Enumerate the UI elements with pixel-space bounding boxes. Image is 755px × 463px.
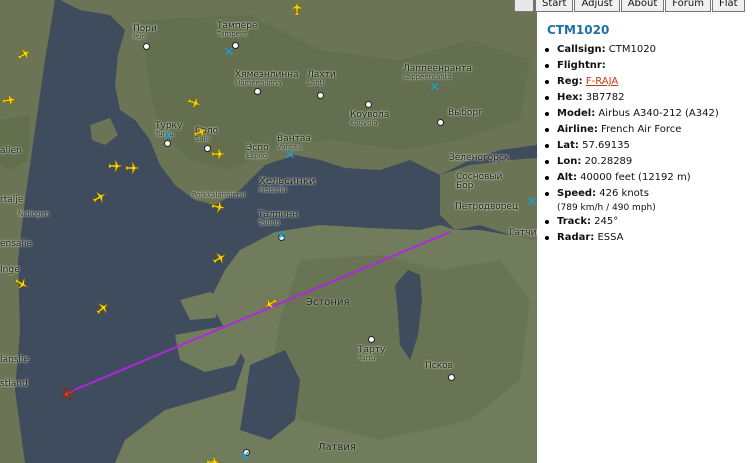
tab-flat[interactable]: Flat [712,0,745,12]
radar-station-icon[interactable]: ✕ [284,149,296,162]
country-label-latvia: Латвия [318,442,356,453]
top-tabs: Start Adjust About Forum Flat [514,0,746,12]
edge-label: stland [0,379,28,389]
city-label-helsinki: Хельсинки Helsinki [259,176,316,194]
aircraft-icon[interactable] [108,158,124,174]
edge-label: ensalie [0,239,32,249]
detail-lat: Lat: 57.69135 [545,138,755,154]
city-label-pori: Пори Pori [133,24,157,41]
city-marker [204,145,211,152]
tab-forum[interactable]: Forum [665,0,711,12]
flight-title: CTM1020 [547,23,610,37]
detail-track: Track: 245° [545,214,755,230]
city-marker [365,101,372,108]
radar-station-icon[interactable]: ✕ [223,46,235,59]
city-label-sosnovy-bor: Сосновый Бор [456,172,503,191]
radar-station-icon[interactable]: ✕ [239,450,251,463]
detail-hex: Hex: 3B7782 [545,90,755,106]
tab-about[interactable]: About [620,0,665,12]
detail-airline: Airline: French Air Force [545,122,755,138]
detail-model: Model: Airbus A340-212 (A342) [545,106,755,122]
detail-alt: Alt: 40000 feet (12192 m) [545,170,755,186]
flight-map[interactable]: Пори Pori Тампере Tampere Хямеэнлинна Hämee… [0,0,537,463]
registration-link[interactable]: F-RAJA [586,76,618,87]
map-toggle-icon[interactable] [514,0,534,12]
city-marker [143,43,150,50]
city-label-hameenlinna: Хямеэнлинна Hämeenlinna [235,70,299,87]
city-label-tampere: Тампере Tampere [217,21,258,38]
city-label-petrodvorets: Петродворец [455,202,519,212]
edge-label: rtalje [0,195,24,205]
aircraft-icon[interactable] [1,91,20,110]
city-label-tallinn: Таллинн Tallinn [258,210,299,227]
flight-details-list: Callsign: CTM1020 Flightnr: Reg: F-RAJA … [537,42,755,246]
detail-flightnr: Flightnr: [545,58,755,74]
city-label-espoo: Эспо Espoo [246,143,269,160]
tab-adjust[interactable]: Adjust [574,0,620,12]
city-label-pskov: Псков [425,361,453,371]
city-label-vyborg: Выборг [448,108,483,118]
aircraft-icon[interactable] [211,146,227,162]
city-label-lahti: Лахти Lahti [307,70,336,87]
detail-radar: Radar: ESSA [545,230,755,246]
radar-station-icon[interactable]: ✕ [276,230,288,243]
detail-reg: Reg: F-RAJA [545,74,755,90]
tab-start[interactable]: Start [535,0,574,12]
detail-lon: Lon: 20.28289 [545,154,755,170]
aircraft-icon[interactable] [206,454,222,463]
city-marker [448,374,455,381]
city-label-gatchina: Гатчина [509,228,537,238]
detail-callsign: Callsign: CTM1020 [545,42,755,58]
radar-station-icon[interactable]: ✕ [526,196,537,209]
city-label-tartu: Тарту Tartu [358,345,386,362]
city-marker [437,119,444,126]
edge-label: Nidingen [18,210,50,218]
aircraft-icon[interactable] [289,0,305,16]
city-marker [317,92,324,99]
radar-station-icon[interactable]: ✕ [162,130,174,143]
aircraft-icon[interactable] [210,198,229,217]
edge-label: lanslie [0,355,29,365]
detail-speed: Speed: 426 knots (789 km/h / 490 mph) [545,186,755,214]
city-label-zelenogorsk: Зеленогорск [449,153,510,163]
radar-station-icon[interactable]: ✕ [429,81,441,94]
country-label-estonia: Эстония [306,297,350,308]
flight-info-panel: CTM1020 Callsign: CTM1020 Flightnr: Reg:… [537,12,755,463]
edge-label: Inge [0,265,20,275]
city-label-lappeenranta: Лаппеенранта Lappeenranta [403,64,472,81]
city-marker [368,336,375,343]
city-label-kouvola: Коувола Kouvola [350,110,390,127]
city-marker [254,88,261,95]
aircraft-icon[interactable] [125,160,141,176]
edge-label: allen [0,146,22,156]
